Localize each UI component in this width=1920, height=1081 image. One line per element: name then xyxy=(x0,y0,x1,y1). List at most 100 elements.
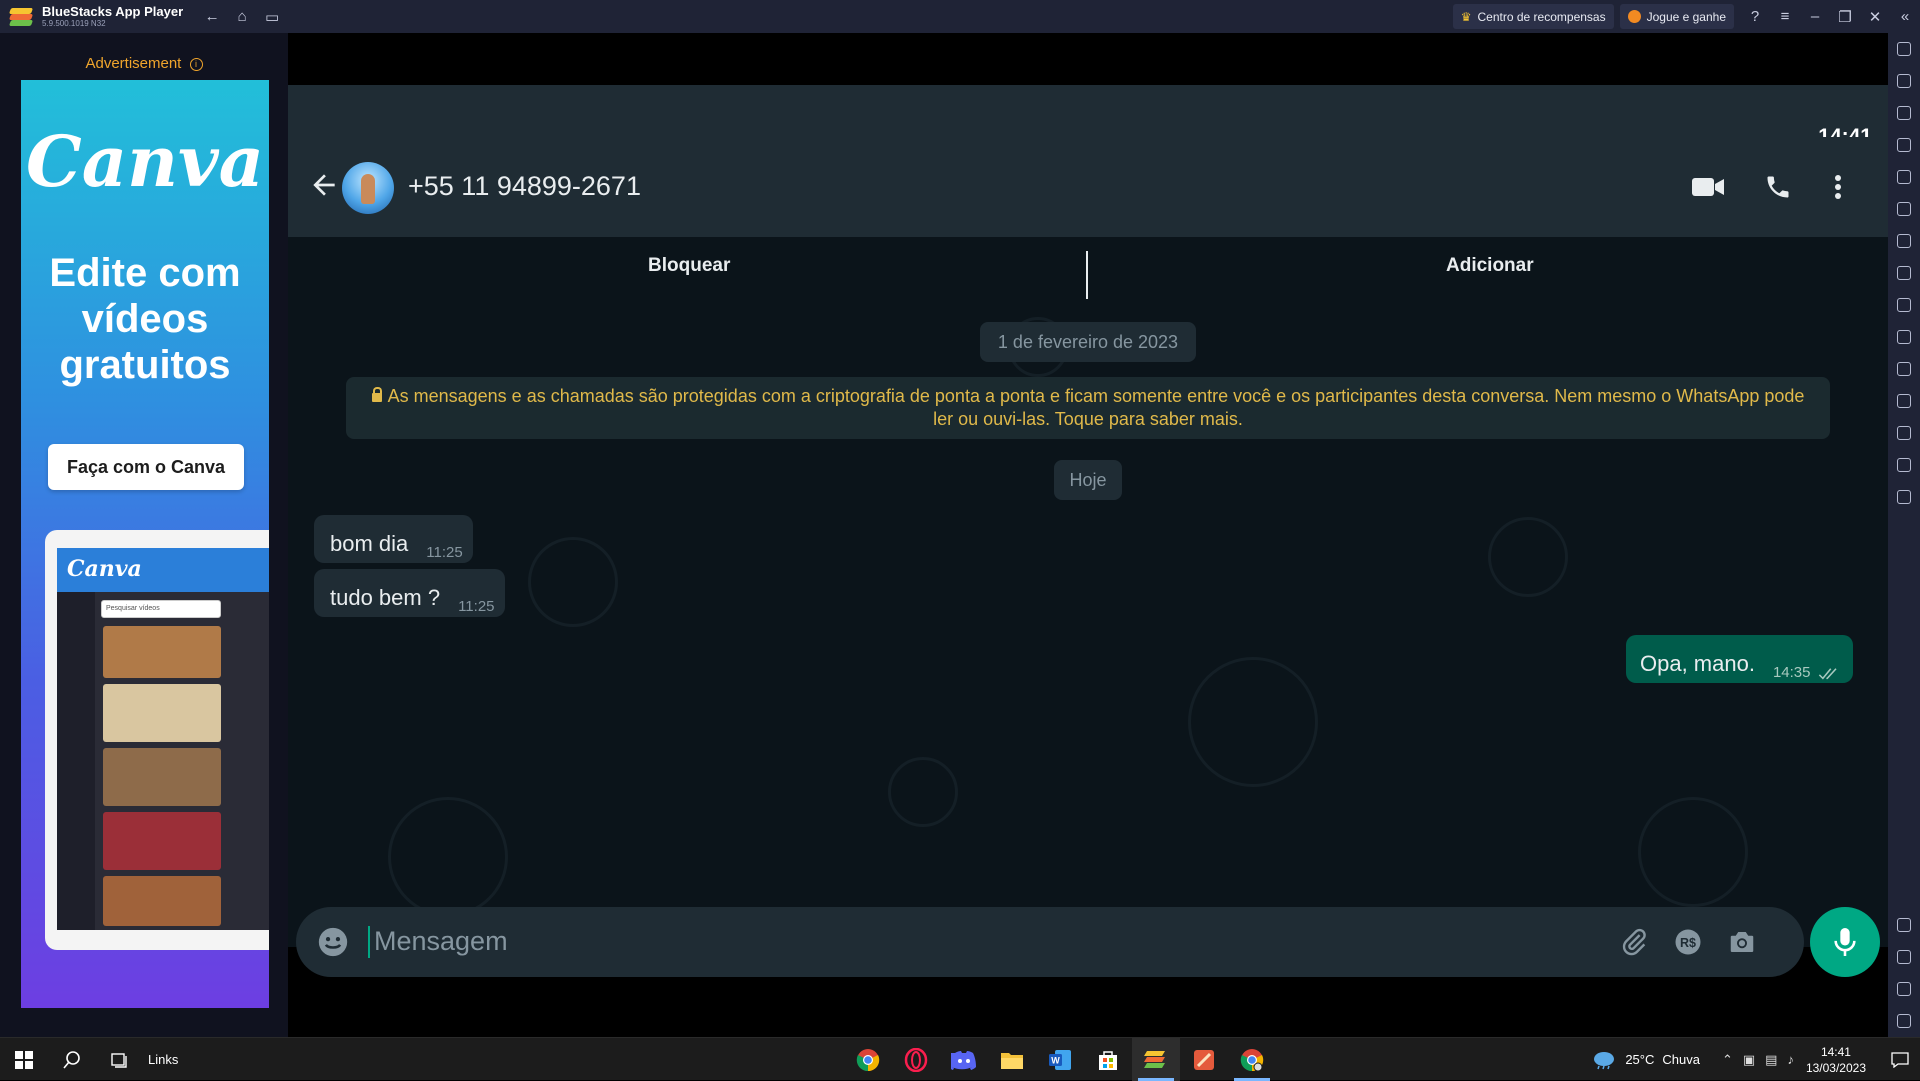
chrome-profile-icon[interactable] xyxy=(1228,1038,1276,1081)
video-call-icon[interactable] xyxy=(1688,167,1728,207)
message-input[interactable] xyxy=(374,921,1574,961)
ad-creative[interactable]: Canva Edite com vídeos gratuitos Faça co… xyxy=(21,80,269,1008)
unknown-contact-actions: Bloquear Adicionar xyxy=(288,237,1888,301)
voice-record-button[interactable] xyxy=(1810,907,1880,977)
ad-device-mockup: Canva Pesquisar vídeos xyxy=(45,530,269,950)
back-arrow-icon[interactable]: ← xyxy=(197,0,227,33)
rewards-center-button[interactable]: ♛ Centro de recompensas xyxy=(1452,4,1614,29)
keyboard-icon[interactable] xyxy=(1888,129,1920,161)
camera-icon[interactable] xyxy=(1724,924,1760,960)
multi-instance-icon[interactable] xyxy=(1888,225,1920,257)
date-chip: 1 de fevereiro de 2023 xyxy=(980,322,1196,362)
attach-icon[interactable] xyxy=(1616,924,1652,960)
restore-icon[interactable]: ❐ xyxy=(1830,0,1860,33)
menu-icon[interactable]: ≡ xyxy=(1770,0,1800,33)
mockup-thumbnail xyxy=(103,748,221,806)
more-options-icon[interactable] xyxy=(1818,167,1858,207)
emoji-icon[interactable] xyxy=(316,925,350,959)
file-explorer-icon[interactable] xyxy=(988,1038,1036,1081)
windows-start-icon[interactable] xyxy=(0,1038,48,1081)
ad-panel: Advertisement i Canva Edite com vídeos g… xyxy=(0,33,288,1037)
word-icon[interactable]: W xyxy=(1036,1038,1084,1081)
volume-icon[interactable] xyxy=(1888,65,1920,97)
message-text: tudo bem ? xyxy=(330,585,441,610)
media-manager-icon[interactable] xyxy=(1888,97,1920,129)
advertisement-label: Advertisement i xyxy=(0,55,288,72)
discord-icon[interactable] xyxy=(940,1038,988,1081)
block-button[interactable]: Bloquear xyxy=(648,255,730,277)
weather-temp: 25°C xyxy=(1625,1052,1655,1067)
notification-center-icon[interactable] xyxy=(1880,1038,1920,1081)
links-toolbar[interactable]: Links xyxy=(148,1052,178,1067)
mockup-thumbnail xyxy=(103,684,221,742)
bluestacks-taskbar-icon[interactable] xyxy=(1132,1038,1180,1081)
text-caret xyxy=(368,926,370,958)
show-hidden-icons-icon[interactable]: ⌃ xyxy=(1722,1052,1733,1068)
mockup-thumbnail xyxy=(103,812,221,870)
close-icon[interactable]: ✕ xyxy=(1860,0,1890,33)
opera-gx-icon[interactable] xyxy=(892,1038,940,1081)
ad-headline: Edite com vídeos gratuitos xyxy=(49,251,241,387)
eco-mode-icon[interactable] xyxy=(1888,385,1920,417)
mockup-sidebar xyxy=(57,592,95,930)
message-bubble-incoming[interactable]: tudo bem ? 11:25 xyxy=(314,569,505,617)
voice-call-icon[interactable] xyxy=(1758,167,1798,207)
macro-icon[interactable] xyxy=(1888,193,1920,225)
encryption-text: As mensagens e as chamadas são protegida… xyxy=(387,386,1805,429)
app-title-block: BlueStacks App Player 5.9.500.1019 N32 xyxy=(42,5,183,28)
bluestacks-logo-icon xyxy=(8,6,34,28)
meet-now-icon[interactable]: ▣ xyxy=(1743,1052,1755,1068)
apk-install-icon[interactable] xyxy=(1888,257,1920,289)
svg-text:W: W xyxy=(1051,1055,1060,1065)
settings-icon[interactable] xyxy=(1888,909,1920,941)
fullscreen-icon[interactable] xyxy=(1888,33,1920,65)
chat-area: Bloquear Adicionar 1 de fevereiro de 202… xyxy=(288,237,1888,947)
screenshot-icon[interactable] xyxy=(1888,289,1920,321)
speaker-icon[interactable]: ♪ xyxy=(1787,1052,1794,1068)
rotate-icon[interactable] xyxy=(1888,481,1920,513)
microsoft-store-icon[interactable] xyxy=(1084,1038,1132,1081)
android-recents-icon[interactable] xyxy=(1888,1005,1920,1037)
coin-icon xyxy=(1627,10,1641,23)
network-icon[interactable]: ▤ xyxy=(1765,1052,1777,1068)
message-input-box[interactable]: R$ xyxy=(296,907,1804,977)
copy-icon[interactable] xyxy=(1888,353,1920,385)
ad-cta-button[interactable]: Faça com o Canva xyxy=(48,444,244,490)
chrome-icon[interactable] xyxy=(844,1038,892,1081)
android-back-icon[interactable] xyxy=(1888,941,1920,973)
contact-avatar[interactable] xyxy=(342,162,394,214)
info-icon[interactable]: i xyxy=(189,57,203,71)
add-contact-button[interactable]: Adicionar xyxy=(1446,255,1534,277)
record-icon[interactable] xyxy=(1888,161,1920,193)
back-arrow-icon[interactable] xyxy=(308,169,340,201)
folder-icon[interactable] xyxy=(1888,321,1920,353)
play-and-win-button[interactable]: Jogue e ganhe xyxy=(1619,4,1734,29)
encryption-notice[interactable]: As mensagens e as chamadas são protegida… xyxy=(346,377,1830,439)
message-time: 14:35 xyxy=(1772,664,1811,681)
message-text: bom dia xyxy=(330,531,409,556)
play-label: Jogue e ganhe xyxy=(1646,9,1726,24)
task-view-icon[interactable] xyxy=(96,1038,144,1081)
message-bubble-incoming[interactable]: bom dia 11:25 xyxy=(314,515,473,563)
contact-name[interactable]: +55 11 94899-2671 xyxy=(408,171,641,202)
minimize-icon[interactable]: – xyxy=(1800,0,1830,33)
home-icon[interactable]: ⌂ xyxy=(227,0,257,33)
layers-icon[interactable] xyxy=(1888,449,1920,481)
collapse-sidebar-icon[interactable]: « xyxy=(1890,0,1920,33)
app-title: BlueStacks App Player xyxy=(42,4,184,19)
windows-taskbar: Links W 25°C Chuva ⌃ ▣ ▤ ♪ 14:41 13/03/2… xyxy=(0,1037,1920,1081)
android-home-icon[interactable] xyxy=(1888,973,1920,1005)
message-text: Opa, mano. xyxy=(1640,651,1755,676)
message-bubble-outgoing[interactable]: Opa, mano. 14:35 xyxy=(1626,635,1853,683)
location-icon[interactable] xyxy=(1888,417,1920,449)
search-icon[interactable] xyxy=(48,1038,96,1081)
recent-apps-icon[interactable]: ▭ xyxy=(257,0,287,33)
mockup-brand: Canva xyxy=(57,548,269,592)
weather-widget[interactable]: 25°C Chuva xyxy=(1591,1050,1700,1070)
mockup-thumbnail xyxy=(103,626,221,678)
help-icon[interactable]: ? xyxy=(1740,0,1770,33)
bluestacks-title-bar: BlueStacks App Player 5.9.500.1019 N32 ←… xyxy=(0,0,1920,33)
game-app-icon[interactable] xyxy=(1180,1038,1228,1081)
payment-icon[interactable]: R$ xyxy=(1670,924,1706,960)
system-clock[interactable]: 14:41 13/03/2023 xyxy=(1806,1044,1866,1076)
